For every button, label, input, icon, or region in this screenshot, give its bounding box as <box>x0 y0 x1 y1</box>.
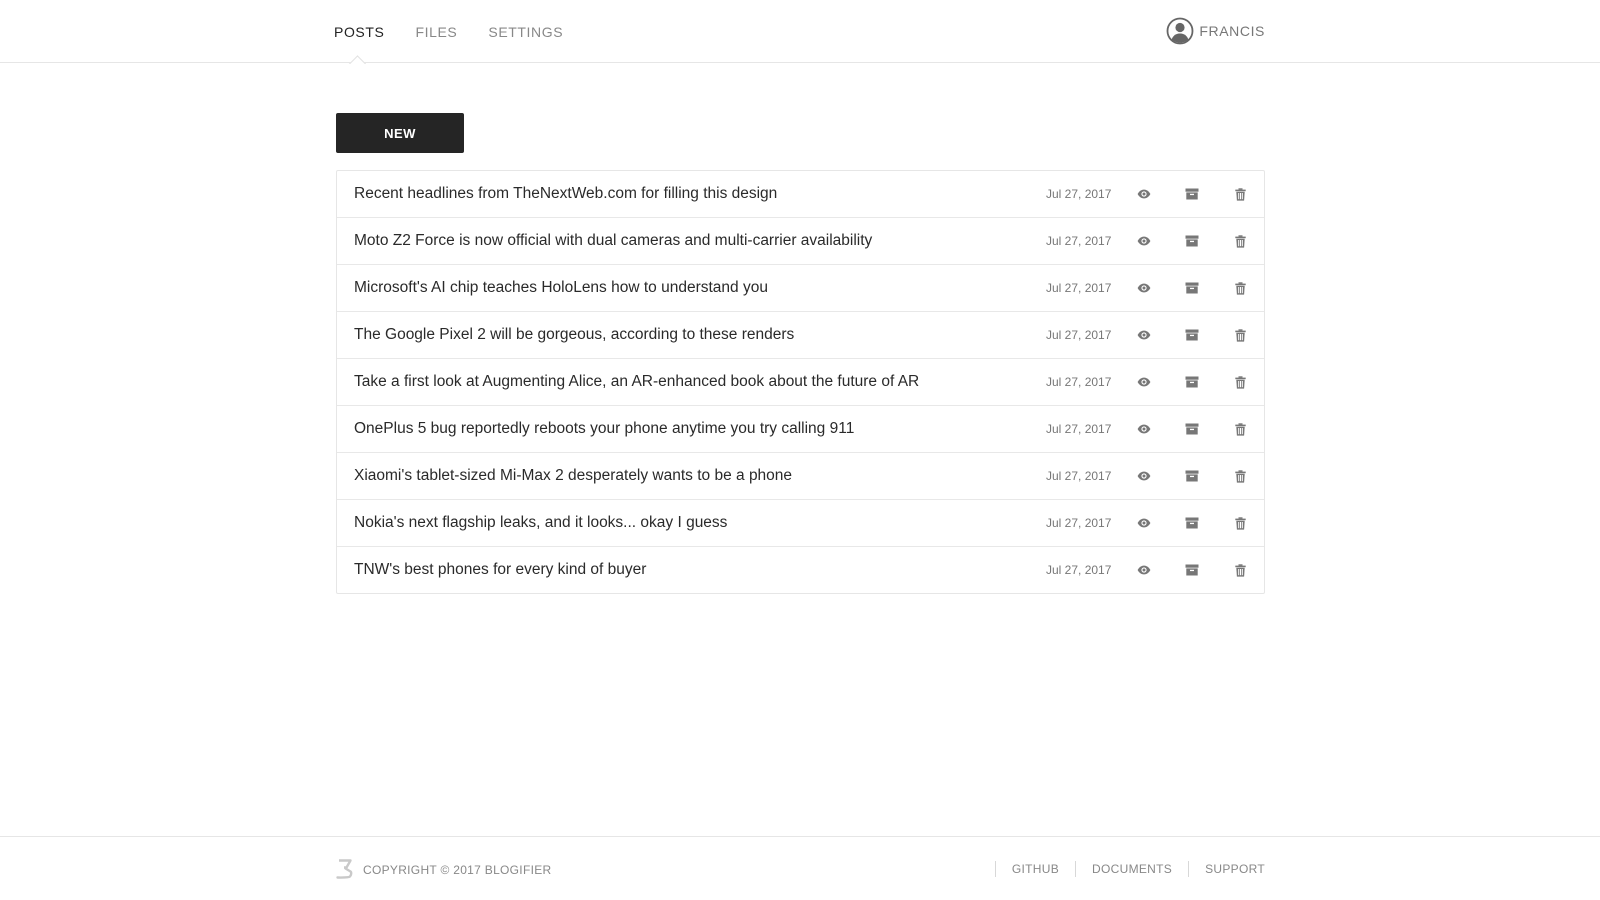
post-title[interactable]: The Google Pixel 2 will be gorgeous, acc… <box>354 326 794 344</box>
post-date: Jul 27, 2017 <box>1046 563 1112 577</box>
eye-icon[interactable] <box>1136 421 1152 437</box>
footer-links: GITHUB DOCUMENTS SUPPORT <box>979 861 1265 877</box>
tab-settings[interactable]: SETTINGS <box>488 24 563 40</box>
post-title[interactable]: Moto Z2 Force is now official with dual … <box>354 232 872 250</box>
post-row: Take a first look at Augmenting Alice, a… <box>337 359 1264 406</box>
archive-icon[interactable] <box>1184 374 1200 390</box>
post-row: TNW's best phones for every kind of buye… <box>337 547 1264 593</box>
archive-icon[interactable] <box>1184 421 1200 437</box>
eye-icon[interactable] <box>1136 468 1152 484</box>
post-row: Nokia's next flagship leaks, and it look… <box>337 500 1264 547</box>
top-navigation-bar: POSTS FILES SETTINGS FRANCIS <box>0 0 1600 63</box>
archive-icon[interactable] <box>1184 515 1200 531</box>
trash-icon[interactable] <box>1232 562 1248 578</box>
footer-link-documents[interactable]: DOCUMENTS <box>1075 861 1172 877</box>
post-title[interactable]: Recent headlines from TheNextWeb.com for… <box>354 185 777 203</box>
trash-icon[interactable] <box>1232 468 1248 484</box>
archive-icon[interactable] <box>1184 468 1200 484</box>
post-title[interactable]: OnePlus 5 bug reportedly reboots your ph… <box>354 420 854 438</box>
post-title[interactable]: Take a first look at Augmenting Alice, a… <box>354 373 919 391</box>
post-row: OnePlus 5 bug reportedly reboots your ph… <box>337 406 1264 453</box>
user-name: FRANCIS <box>1199 23 1265 39</box>
trash-icon[interactable] <box>1232 186 1248 202</box>
user-menu[interactable]: FRANCIS <box>1166 16 1265 46</box>
eye-icon[interactable] <box>1136 327 1152 343</box>
blogifier-logo-icon <box>336 859 353 879</box>
post-title[interactable]: TNW's best phones for every kind of buye… <box>354 561 646 579</box>
user-circle-icon <box>1166 17 1194 45</box>
eye-icon[interactable] <box>1136 280 1152 296</box>
post-row: Xiaomi's tablet-sized Mi-Max 2 desperate… <box>337 453 1264 500</box>
archive-icon[interactable] <box>1184 327 1200 343</box>
eye-icon[interactable] <box>1136 562 1152 578</box>
eye-icon[interactable] <box>1136 233 1152 249</box>
post-title[interactable]: Xiaomi's tablet-sized Mi-Max 2 desperate… <box>354 467 792 485</box>
post-date: Jul 27, 2017 <box>1046 328 1112 342</box>
post-row: Microsoft's AI chip teaches HoloLens how… <box>337 265 1264 312</box>
footer: COPYRIGHT © 2017 BLOGIFIER GITHUB DOCUME… <box>0 836 1600 900</box>
archive-icon[interactable] <box>1184 233 1200 249</box>
footer-link-support[interactable]: SUPPORT <box>1188 861 1265 877</box>
tab-files[interactable]: FILES <box>415 24 457 40</box>
post-date: Jul 27, 2017 <box>1046 187 1112 201</box>
posts-list: Recent headlines from TheNextWeb.com for… <box>336 170 1265 594</box>
post-date: Jul 27, 2017 <box>1046 234 1112 248</box>
footer-link-github[interactable]: GITHUB <box>994 861 1059 877</box>
tab-posts[interactable]: POSTS <box>334 24 384 40</box>
trash-icon[interactable] <box>1232 280 1248 296</box>
main-nav: POSTS FILES SETTINGS <box>334 0 594 63</box>
eye-icon[interactable] <box>1136 374 1152 390</box>
post-title[interactable]: Nokia's next flagship leaks, and it look… <box>354 514 727 532</box>
post-date: Jul 27, 2017 <box>1046 516 1112 530</box>
post-row: Recent headlines from TheNextWeb.com for… <box>337 171 1264 218</box>
trash-icon[interactable] <box>1232 421 1248 437</box>
trash-icon[interactable] <box>1232 515 1248 531</box>
post-date: Jul 27, 2017 <box>1046 281 1112 295</box>
eye-icon[interactable] <box>1136 515 1152 531</box>
post-date: Jul 27, 2017 <box>1046 469 1112 483</box>
trash-icon[interactable] <box>1232 374 1248 390</box>
archive-icon[interactable] <box>1184 562 1200 578</box>
post-row: The Google Pixel 2 will be gorgeous, acc… <box>337 312 1264 359</box>
copyright-text: COPYRIGHT © 2017 BLOGIFIER <box>363 863 552 877</box>
post-row: Moto Z2 Force is now official with dual … <box>337 218 1264 265</box>
trash-icon[interactable] <box>1232 327 1248 343</box>
trash-icon[interactable] <box>1232 233 1248 249</box>
new-post-button[interactable]: NEW <box>336 113 464 153</box>
post-date: Jul 27, 2017 <box>1046 422 1112 436</box>
post-title[interactable]: Microsoft's AI chip teaches HoloLens how… <box>354 279 768 297</box>
eye-icon[interactable] <box>1136 186 1152 202</box>
post-date: Jul 27, 2017 <box>1046 375 1112 389</box>
active-tab-indicator <box>348 54 366 64</box>
archive-icon[interactable] <box>1184 186 1200 202</box>
archive-icon[interactable] <box>1184 280 1200 296</box>
